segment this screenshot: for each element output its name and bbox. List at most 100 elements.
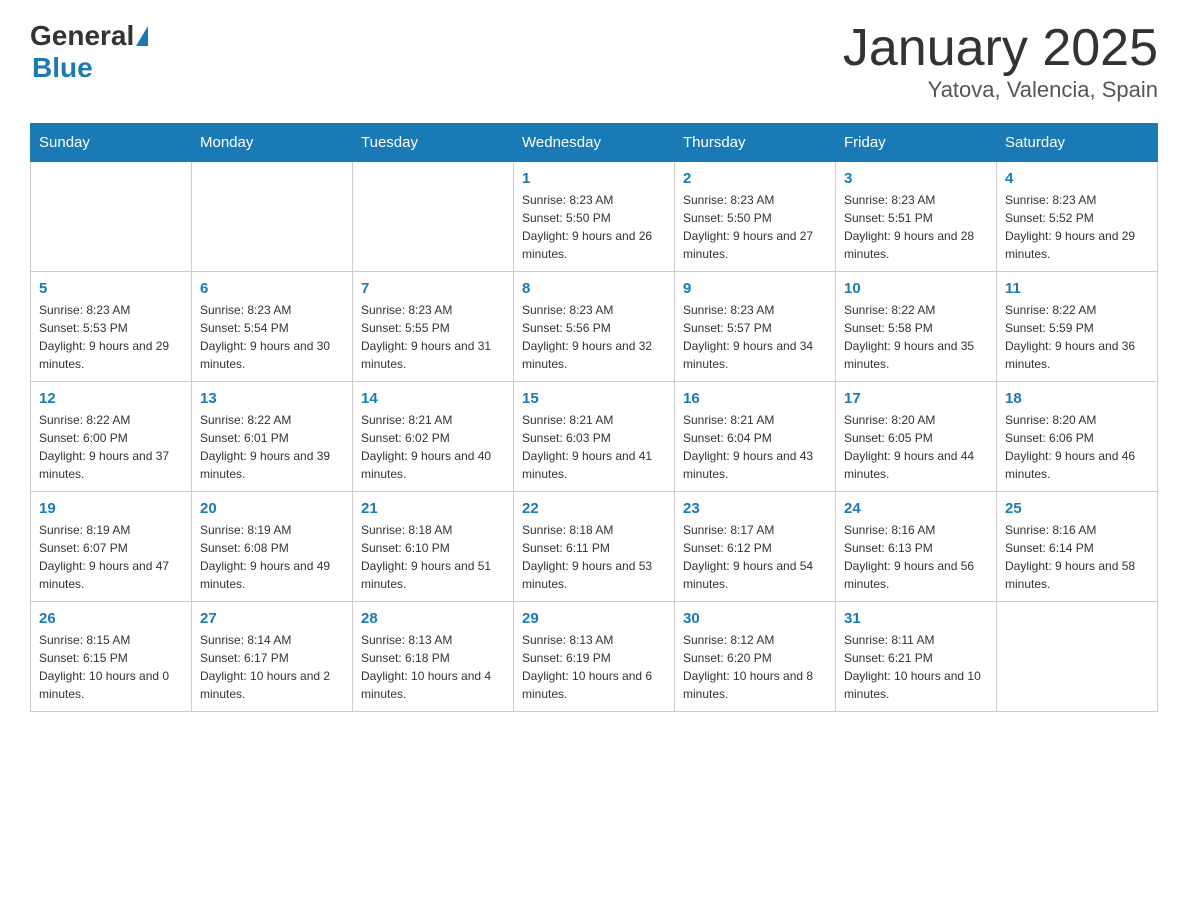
day-number: 12 [39,390,183,407]
page-header: General Blue January 2025 Yatova, Valenc… [30,20,1158,103]
calendar-cell: 25Sunrise: 8:16 AMSunset: 6:14 PMDayligh… [997,492,1158,602]
day-info: Sunrise: 8:19 AMSunset: 6:07 PMDaylight:… [39,521,183,593]
day-info: Sunrise: 8:21 AMSunset: 6:02 PMDaylight:… [361,411,505,483]
calendar-title: January 2025 [843,20,1158,77]
calendar-cell: 31Sunrise: 8:11 AMSunset: 6:21 PMDayligh… [836,602,997,712]
calendar-cell: 9 Sunrise: 8:23 AMSunset: 5:57 PMDaylight… [675,272,836,382]
day-info: Sunrise: 8:21 AMSunset: 6:03 PMDaylight:… [522,411,666,483]
calendar-cell: 5 Sunrise: 8:23 AMSunset: 5:53 PMDaylight… [31,272,192,382]
calendar-cell: 7Sunrise: 8:23 AMSunset: 5:55 PMDaylight… [353,272,514,382]
day-number: 20 [200,500,344,517]
calendar-subtitle: Yatova, Valencia, Spain [843,77,1158,103]
calendar-cell: 27 Sunrise: 8:14 AMSunset: 6:17 PMDayligh… [192,602,353,712]
day-number: 26 [39,610,183,627]
calendar-cell: 6 Sunrise: 8:23 AMSunset: 5:54 PMDaylight… [192,272,353,382]
calendar-cell: 12Sunrise: 8:22 AMSunset: 6:00 PMDayligh… [31,382,192,492]
day-info: Sunrise: 8:18 AMSunset: 6:10 PMDaylight:… [361,521,505,593]
calendar-body: 1 Sunrise: 8:23 AMSunset: 5:50 PMDaylight… [31,162,1158,712]
calendar-cell: 2Sunrise: 8:23 AMSunset: 5:50 PMDaylight… [675,162,836,272]
day-number: 30 [683,610,827,627]
day-number: 10 [844,280,988,297]
day-info: Sunrise: 8:17 AMSunset: 6:12 PMDaylight:… [683,521,827,593]
calendar-cell: 19 Sunrise: 8:19 AMSunset: 6:07 PMDayligh… [31,492,192,602]
calendar-col-thursday: Thursday [675,124,836,162]
calendar-cell: 13Sunrise: 8:22 AMSunset: 6:01 PMDayligh… [192,382,353,492]
day-number: 19 [39,500,183,517]
calendar-cell: 1 Sunrise: 8:23 AMSunset: 5:50 PMDaylight… [514,162,675,272]
calendar-cell: 26 Sunrise: 8:15 AMSunset: 6:15 PMDayligh… [31,602,192,712]
day-number: 1 [522,170,666,187]
calendar-col-tuesday: Tuesday [353,124,514,162]
day-number: 23 [683,500,827,517]
calendar-cell: 8Sunrise: 8:23 AMSunset: 5:56 PMDaylight… [514,272,675,382]
day-info: Sunrise: 8:22 AMSunset: 5:58 PMDaylight:… [844,301,988,373]
day-info: Sunrise: 8:23 AMSunset: 5:55 PMDaylight:… [361,301,505,373]
day-info: Sunrise: 8:14 AMSunset: 6:17 PMDaylight:… [200,631,344,703]
calendar-title-block: January 2025 Yatova, Valencia, Spain [843,20,1158,103]
calendar-cell: 17Sunrise: 8:20 AMSunset: 6:05 PMDayligh… [836,382,997,492]
day-info: Sunrise: 8:22 AMSunset: 5:59 PMDaylight:… [1005,301,1149,373]
calendar-col-saturday: Saturday [997,124,1158,162]
logo: General Blue [30,20,148,84]
calendar-cell: 10 Sunrise: 8:22 AMSunset: 5:58 PMDayligh… [836,272,997,382]
calendar-table: SundayMondayTuesdayWednesdayThursdayFrid… [30,123,1158,712]
day-info: Sunrise: 8:21 AMSunset: 6:04 PMDaylight:… [683,411,827,483]
calendar-cell: 29Sunrise: 8:13 AMSunset: 6:19 PMDayligh… [514,602,675,712]
calendar-cell: 16Sunrise: 8:21 AMSunset: 6:04 PMDayligh… [675,382,836,492]
calendar-col-sunday: Sunday [31,124,192,162]
calendar-week-row: 26 Sunrise: 8:15 AMSunset: 6:15 PMDayligh… [31,602,1158,712]
calendar-col-monday: Monday [192,124,353,162]
logo-triangle-icon [136,26,148,46]
calendar-cell: 14 Sunrise: 8:21 AMSunset: 6:02 PMDayligh… [353,382,514,492]
day-info: Sunrise: 8:13 AMSunset: 6:18 PMDaylight:… [361,631,505,703]
calendar-header: SundayMondayTuesdayWednesdayThursdayFrid… [31,124,1158,162]
calendar-cell: 15Sunrise: 8:21 AMSunset: 6:03 PMDayligh… [514,382,675,492]
calendar-cell [31,162,192,272]
calendar-col-friday: Friday [836,124,997,162]
day-number: 31 [844,610,988,627]
calendar-col-wednesday: Wednesday [514,124,675,162]
day-info: Sunrise: 8:23 AMSunset: 5:54 PMDaylight:… [200,301,344,373]
day-info: Sunrise: 8:23 AMSunset: 5:50 PMDaylight:… [683,191,827,263]
day-info: Sunrise: 8:16 AMSunset: 6:13 PMDaylight:… [844,521,988,593]
calendar-cell: 4 Sunrise: 8:23 AMSunset: 5:52 PMDaylight… [997,162,1158,272]
calendar-week-row: 1 Sunrise: 8:23 AMSunset: 5:50 PMDaylight… [31,162,1158,272]
day-number: 17 [844,390,988,407]
calendar-cell [997,602,1158,712]
day-info: Sunrise: 8:23 AMSunset: 5:57 PMDaylight:… [683,301,827,373]
day-number: 24 [844,500,988,517]
day-number: 6 [200,280,344,297]
day-number: 11 [1005,280,1149,297]
day-info: Sunrise: 8:22 AMSunset: 6:01 PMDaylight:… [200,411,344,483]
day-number: 3 [844,170,988,187]
day-number: 9 [683,280,827,297]
day-info: Sunrise: 8:23 AMSunset: 5:50 PMDaylight:… [522,191,666,263]
calendar-cell: 23 Sunrise: 8:17 AMSunset: 6:12 PMDayligh… [675,492,836,602]
calendar-cell: 30 Sunrise: 8:12 AMSunset: 6:20 PMDayligh… [675,602,836,712]
day-number: 8 [522,280,666,297]
day-info: Sunrise: 8:18 AMSunset: 6:11 PMDaylight:… [522,521,666,593]
calendar-cell: 3Sunrise: 8:23 AMSunset: 5:51 PMDaylight… [836,162,997,272]
day-info: Sunrise: 8:12 AMSunset: 6:20 PMDaylight:… [683,631,827,703]
day-info: Sunrise: 8:15 AMSunset: 6:15 PMDaylight:… [39,631,183,703]
day-number: 4 [1005,170,1149,187]
calendar-cell: 21Sunrise: 8:18 AMSunset: 6:10 PMDayligh… [353,492,514,602]
day-number: 27 [200,610,344,627]
day-number: 18 [1005,390,1149,407]
calendar-week-row: 5 Sunrise: 8:23 AMSunset: 5:53 PMDaylight… [31,272,1158,382]
day-info: Sunrise: 8:19 AMSunset: 6:08 PMDaylight:… [200,521,344,593]
day-number: 14 [361,390,505,407]
calendar-cell: 22Sunrise: 8:18 AMSunset: 6:11 PMDayligh… [514,492,675,602]
day-number: 29 [522,610,666,627]
calendar-header-row: SundayMondayTuesdayWednesdayThursdayFrid… [31,124,1158,162]
calendar-cell: 20 Sunrise: 8:19 AMSunset: 6:08 PMDayligh… [192,492,353,602]
calendar-cell: 11 Sunrise: 8:22 AMSunset: 5:59 PMDayligh… [997,272,1158,382]
day-info: Sunrise: 8:23 AMSunset: 5:52 PMDaylight:… [1005,191,1149,263]
day-number: 28 [361,610,505,627]
calendar-cell: 18Sunrise: 8:20 AMSunset: 6:06 PMDayligh… [997,382,1158,492]
calendar-cell: 24 Sunrise: 8:16 AMSunset: 6:13 PMDayligh… [836,492,997,602]
calendar-week-row: 12Sunrise: 8:22 AMSunset: 6:00 PMDayligh… [31,382,1158,492]
day-number: 5 [39,280,183,297]
day-info: Sunrise: 8:23 AMSunset: 5:53 PMDaylight:… [39,301,183,373]
day-info: Sunrise: 8:16 AMSunset: 6:14 PMDaylight:… [1005,521,1149,593]
